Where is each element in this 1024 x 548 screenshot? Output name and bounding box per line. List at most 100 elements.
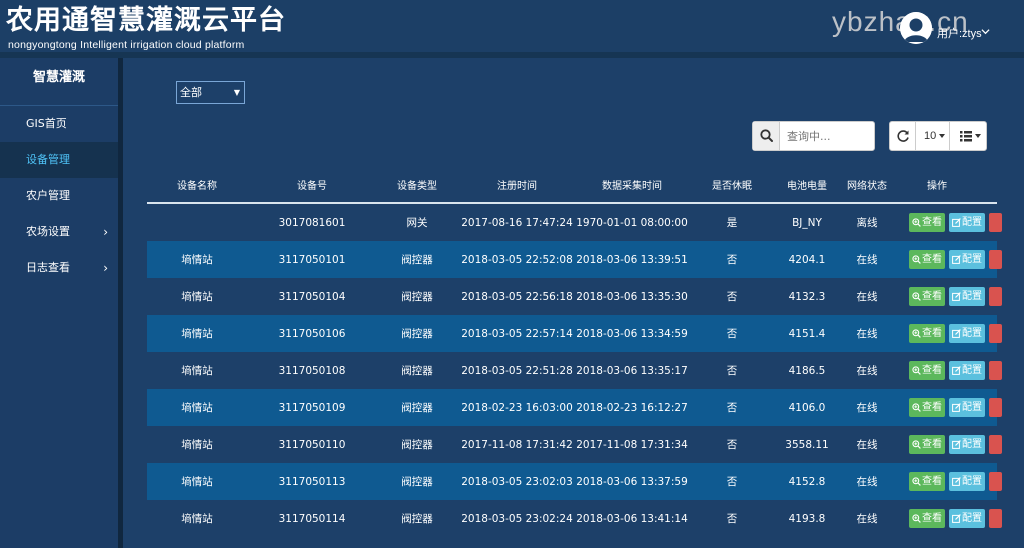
device-id-cell: 3117050114	[278, 512, 346, 525]
chevron-down-icon[interactable]	[981, 27, 990, 36]
device-id-cell: 3117050110	[278, 438, 346, 451]
main-content: 全部 ▼ 10	[123, 58, 1024, 548]
battery-cell: 4152.8	[788, 475, 826, 488]
filter-selected-value: 全部	[180, 86, 202, 99]
column-header-register-time[interactable]: 注册时间	[457, 166, 577, 202]
register-time-cell: 2018-03-05 22:57:14	[461, 327, 573, 340]
view-button[interactable]: 查看	[909, 287, 945, 306]
user-menu-label[interactable]: 用户:ztys	[937, 25, 982, 41]
table-row: 墒情站 3117050113 阀控器 2018-03-05 23:02:03 2…	[147, 463, 1002, 500]
config-button[interactable]: 配置	[949, 287, 985, 306]
edit-icon	[952, 403, 961, 412]
view-button[interactable]: 查看	[909, 213, 945, 232]
view-button[interactable]: 查看	[909, 435, 945, 454]
delete-button[interactable]	[989, 398, 1002, 417]
column-header-network[interactable]: 网络状态	[837, 166, 897, 202]
chevron-right-icon: ›	[103, 261, 108, 275]
edit-icon	[952, 440, 961, 449]
sidebar-title: 智慧灌溉	[0, 58, 118, 106]
device-type-cell: 网关	[406, 217, 428, 229]
config-button-label: 配置	[962, 439, 982, 450]
device-id-cell: 3117050101	[278, 253, 346, 266]
collect-time-cell: 2018-03-06 13:39:51	[576, 253, 688, 266]
caret-down-icon	[975, 134, 981, 138]
device-type-cell: 阀控器	[401, 513, 433, 525]
device-id-cell: 3117050104	[278, 290, 346, 303]
view-button[interactable]: 查看	[909, 472, 945, 491]
collect-time-cell: 2018-03-06 13:35:30	[576, 290, 688, 303]
delete-button[interactable]	[989, 509, 1002, 528]
view-button[interactable]: 查看	[909, 398, 945, 417]
config-button[interactable]: 配置	[949, 398, 985, 417]
view-button-label: 查看	[922, 217, 942, 228]
delete-button[interactable]	[989, 472, 1002, 491]
zoom-in-icon	[912, 292, 921, 301]
column-header-battery[interactable]: 电池电量	[777, 166, 837, 202]
edit-icon	[952, 292, 961, 301]
device-id-cell: 3117050109	[278, 401, 346, 414]
column-header-collect-time[interactable]: 数据采集时间	[577, 166, 687, 202]
table-toolbar: 10	[889, 121, 987, 151]
view-button[interactable]: 查看	[909, 324, 945, 343]
collect-time-cell: 2017-11-08 17:31:34	[576, 438, 688, 451]
view-button[interactable]: 查看	[909, 509, 945, 528]
config-button[interactable]: 配置	[949, 509, 985, 528]
table-row: 墒情站 3117050110 阀控器 2017-11-08 17:31:42 2…	[147, 426, 1002, 463]
column-header-sleep[interactable]: 是否休眠	[687, 166, 777, 202]
config-button[interactable]: 配置	[949, 324, 985, 343]
columns-dropdown[interactable]	[951, 122, 986, 150]
config-button-label: 配置	[962, 217, 982, 228]
device-id-cell: 3117050106	[278, 327, 346, 340]
search-input[interactable]	[781, 122, 873, 150]
view-button[interactable]: 查看	[909, 361, 945, 380]
config-button[interactable]: 配置	[949, 435, 985, 454]
sidebar-item-farmer-management[interactable]: 农户管理	[0, 178, 118, 214]
battery-cell: 4106.0	[788, 401, 826, 414]
search-button[interactable]	[753, 122, 780, 150]
collect-time-cell: 2018-03-06 13:34:59	[576, 327, 688, 340]
collect-time-cell: 2018-02-23 16:12:27	[576, 401, 688, 414]
device-type-cell: 阀控器	[401, 254, 433, 266]
delete-button[interactable]	[989, 213, 1002, 232]
zoom-in-icon	[912, 403, 921, 412]
column-header-device-name[interactable]: 设备名称	[147, 166, 247, 202]
network-status-cell: 在线	[856, 365, 878, 377]
device-type-cell: 阀控器	[401, 439, 433, 451]
delete-button[interactable]	[989, 250, 1002, 269]
sidebar-item-device-management[interactable]: 设备管理	[0, 142, 118, 178]
table-row: 墒情站 3117050104 阀控器 2018-03-05 22:56:18 2…	[147, 278, 1002, 315]
page-size-dropdown[interactable]: 10	[917, 122, 950, 150]
column-header-device-id[interactable]: 设备号	[247, 166, 377, 202]
collect-time-cell: 2018-03-06 13:41:14	[576, 512, 688, 525]
sidebar-item-farm-settings[interactable]: 农场设置 ›	[0, 214, 118, 250]
edit-icon	[952, 218, 961, 227]
delete-button[interactable]	[989, 287, 1002, 306]
device-id-cell: 3117050108	[278, 364, 346, 377]
table-row: 墒情站 3117050101 阀控器 2018-03-05 22:52:08 2…	[147, 241, 1002, 278]
sidebar-item-gis-home[interactable]: GIS首页	[0, 106, 118, 142]
app-title: 农用通智慧灌溉云平台	[6, 5, 286, 36]
sidebar-item-label: 设备管理	[26, 153, 70, 166]
refresh-button[interactable]	[890, 122, 916, 150]
table-row: 墒情站 3117050106 阀控器 2018-03-05 22:57:14 2…	[147, 315, 1002, 352]
config-button[interactable]: 配置	[949, 213, 985, 232]
config-button[interactable]: 配置	[949, 361, 985, 380]
sidebar-item-log-view[interactable]: 日志查看 ›	[0, 250, 118, 286]
delete-button[interactable]	[989, 361, 1002, 380]
delete-button[interactable]	[989, 435, 1002, 454]
edit-icon	[952, 477, 961, 486]
edit-icon	[952, 366, 961, 375]
device-name-cell: 墒情站	[181, 328, 213, 340]
user-avatar-icon[interactable]	[900, 12, 932, 44]
delete-button[interactable]	[989, 324, 1002, 343]
column-header-device-type[interactable]: 设备类型	[377, 166, 457, 202]
config-button[interactable]: 配置	[949, 250, 985, 269]
table-row: 3017081601 网关 2017-08-16 17:47:24 1970-0…	[147, 204, 1002, 241]
zoom-in-icon	[912, 477, 921, 486]
config-button[interactable]: 配置	[949, 472, 985, 491]
view-button[interactable]: 查看	[909, 250, 945, 269]
table-body: 3017081601 网关 2017-08-16 17:47:24 1970-0…	[147, 204, 1002, 537]
device-filter-select[interactable]: 全部 ▼	[176, 81, 245, 104]
page-size-value: 10	[924, 130, 937, 142]
view-button-label: 查看	[922, 291, 942, 302]
